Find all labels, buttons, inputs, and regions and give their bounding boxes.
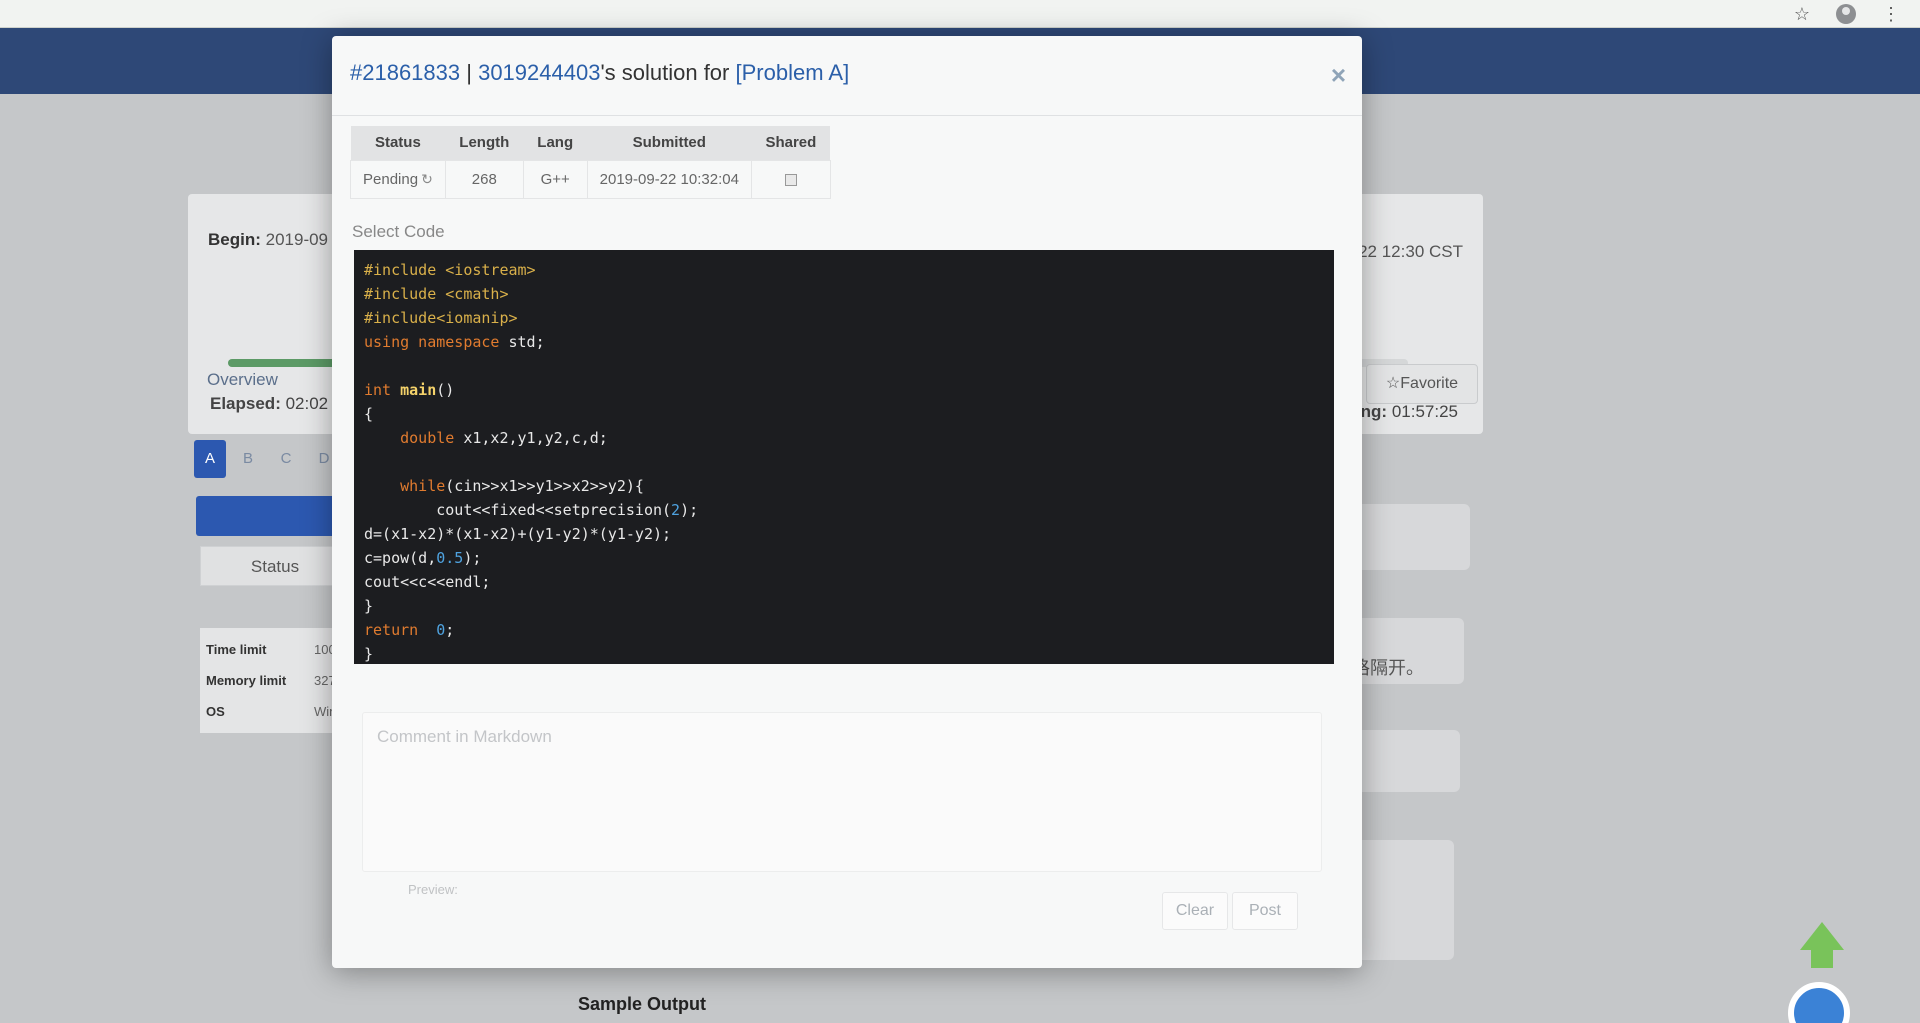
column-header-length: Length — [445, 126, 524, 160]
modal-title: #21861833 | 3019244403's solution for [P… — [350, 60, 849, 86]
column-header-lang: Lang — [523, 126, 588, 160]
close-icon[interactable]: × — [1331, 62, 1346, 88]
post-button[interactable]: Post — [1232, 892, 1298, 930]
sample-output-heading: Sample Output — [578, 994, 707, 1014]
star-icon[interactable]: ☆ — [1794, 4, 1810, 24]
code-line: double x1,x2,y1,y2,c,d; — [400, 429, 608, 447]
remaining-time: ing: 01:57:25 — [1355, 402, 1458, 421]
limit-row: Memory limit 3276 — [206, 665, 344, 696]
back-to-top-icon[interactable] — [1800, 922, 1844, 950]
browser-toolbar: ☆ ⋮ — [0, 0, 1920, 28]
shared-checkbox[interactable] — [784, 173, 797, 186]
shared-cell — [750, 159, 831, 199]
code-line: d=(x1-x2)*(x1-x2)+(y1-y2)*(y1-y2); — [364, 525, 672, 543]
table-row: Pending ↻ 268 G++ 2019-09-22 10:32:04 — [350, 159, 831, 199]
code-line: #include <cmath> — [364, 285, 509, 303]
status-text: Pending — [363, 170, 419, 188]
limit-key: Time limit — [206, 642, 267, 657]
modal-header: #21861833 | 3019244403's solution for [P… — [332, 36, 1362, 116]
problem-limits: Time limit 1000 Memory limit 3276 OS Wind — [200, 628, 350, 733]
code-line: } — [364, 645, 374, 663]
begin-time: Begin: 2019-09 — [208, 230, 329, 249]
solution-modal: #21861833 | 3019244403's solution for [P… — [332, 36, 1362, 968]
select-code-link[interactable]: Select Code — [352, 222, 445, 242]
code-line: { — [364, 405, 374, 423]
code-line: c=pow(d,0.5); — [364, 549, 482, 567]
input-description-card: 格隔开。 — [1350, 618, 1464, 684]
clear-button[interactable]: Clear — [1162, 892, 1228, 930]
profile-avatar-icon[interactable] — [1836, 4, 1856, 24]
output-card — [1350, 730, 1460, 792]
problem-card — [1350, 504, 1470, 570]
problem-tab-b[interactable]: B — [232, 440, 264, 478]
end-time: 22 12:30 CST — [1358, 242, 1463, 261]
problem-tab-a[interactable]: A — [194, 440, 226, 478]
problem-selector: ABCD — [194, 440, 340, 478]
code-line: #include <iostream> — [364, 261, 536, 279]
column-header-submitted: Submitted — [587, 126, 752, 160]
code-line: cout<<c<<endl; — [364, 573, 491, 591]
elapsed-time: Elapsed: 02:02 — [210, 394, 329, 413]
code-line: using namespace std; — [364, 333, 545, 351]
tab-overview[interactable]: Overview — [207, 370, 278, 390]
code-line: while(cin>>x1>>y1>>x2>>y2){ — [400, 477, 644, 495]
source-code-block: #include <iostream> #include <cmath> #incl… — [354, 250, 1334, 664]
refresh-icon: ↻ — [421, 170, 433, 187]
favorite-button[interactable]: ☆Favorite — [1366, 364, 1478, 404]
code-line: int main() — [364, 381, 455, 399]
status-cell: Pending ↻ — [350, 159, 446, 199]
code-line: #include<iomanip> — [364, 309, 518, 327]
code-line: cout<<fixed<<setprecision(2); — [364, 501, 699, 519]
sample-input-card — [1350, 840, 1454, 960]
solution-id-link[interactable]: #21861833 — [350, 60, 460, 85]
code-line: } — [364, 597, 374, 615]
code-line: return 0; — [364, 621, 455, 639]
limit-key: Memory limit — [206, 673, 287, 688]
limit-row: OS Wind — [206, 696, 344, 727]
column-header-shared: Shared — [751, 126, 831, 160]
comment-input[interactable] — [363, 713, 1321, 871]
back-to-top-stem[interactable] — [1811, 948, 1833, 968]
problem-link[interactable]: [Problem A] — [735, 60, 849, 85]
limit-row: Time limit 1000 — [206, 634, 344, 665]
kebab-menu-icon[interactable]: ⋮ — [1882, 4, 1900, 24]
column-header-status: Status — [350, 126, 446, 160]
submission-table: Status Length Lang Submitted Shared Pend… — [350, 126, 831, 199]
lang-cell: G++ — [522, 159, 588, 199]
problem-tab-c[interactable]: C — [270, 440, 302, 478]
comment-box — [362, 712, 1322, 872]
limit-key: OS — [206, 704, 225, 719]
title-text: 's solution for — [600, 60, 736, 85]
user-link[interactable]: 3019244403 — [478, 60, 600, 85]
status-button[interactable]: Status — [200, 546, 350, 586]
title-separator: | — [460, 60, 479, 85]
preview-label: Preview: — [408, 882, 458, 897]
chinese-text-fragment: 格隔开。 — [1352, 658, 1424, 678]
submitted-cell: 2019-09-22 10:32:04 — [586, 159, 752, 199]
length-cell: 268 — [444, 159, 524, 199]
